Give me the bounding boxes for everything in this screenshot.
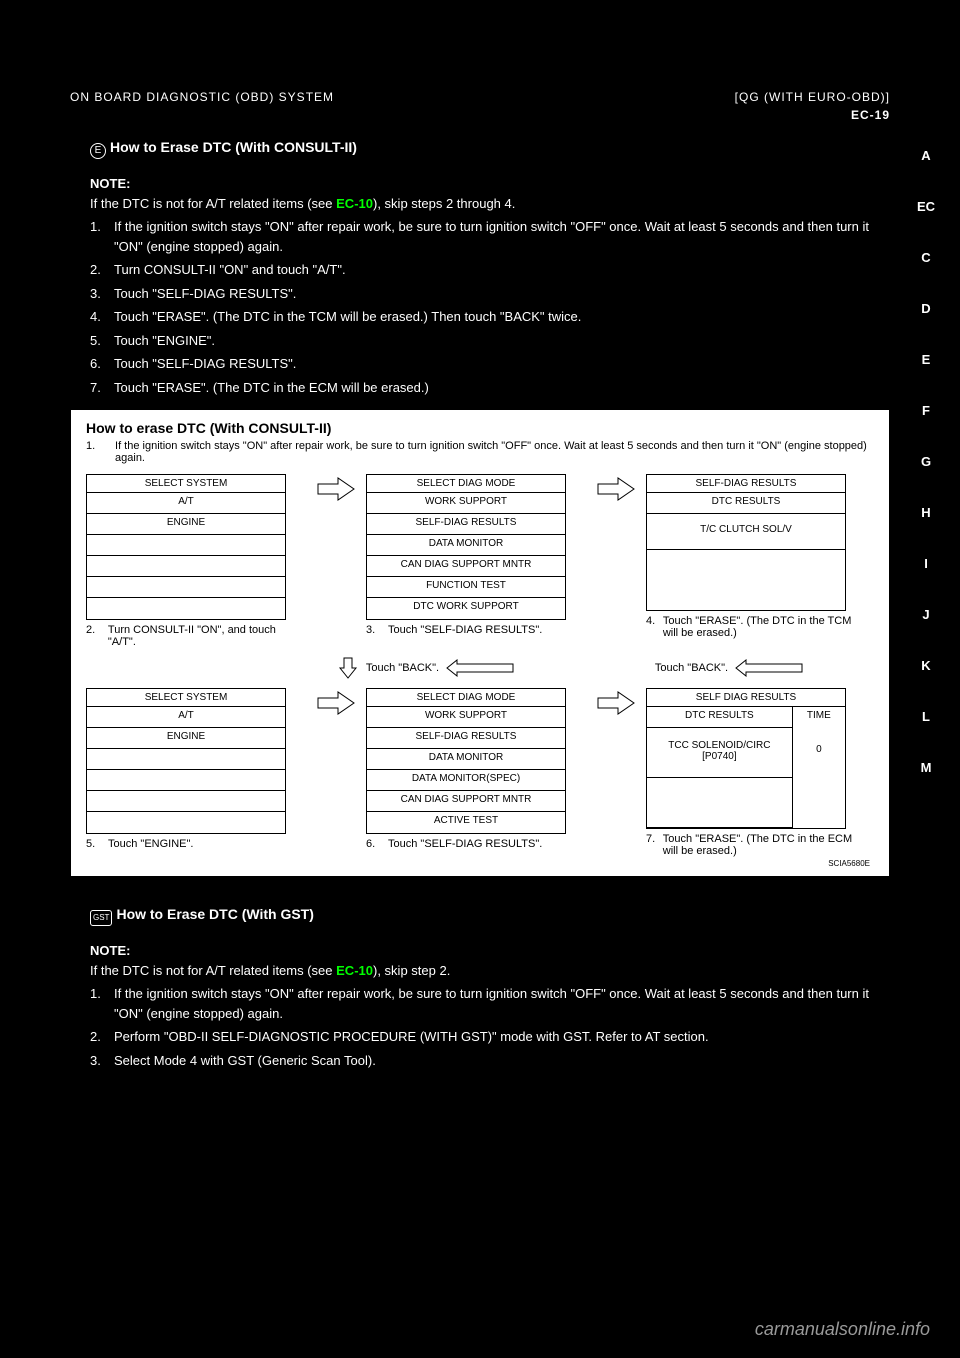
tab-j[interactable]: J (914, 607, 938, 622)
link-ec10[interactable]: EC-10 (336, 963, 373, 978)
link-ec10[interactable]: EC-10 (336, 196, 373, 211)
page-header: ON BOARD DIAGNOSTIC (OBD) SYSTEM [QG (WI… (0, 0, 960, 122)
arrow-left-icon (734, 659, 804, 677)
tab-ec[interactable]: EC (914, 199, 938, 214)
note-text: If the DTC is not for A/T related items … (90, 961, 870, 981)
arrow-right-icon (316, 474, 356, 504)
page-number: EC-19 (851, 108, 890, 122)
tab-a[interactable]: A (914, 148, 938, 163)
header-right: [QG (WITH EURO-OBD)] (735, 90, 890, 104)
list-item: 2.Perform "OBD-II SELF-DIAGNOSTIC PROCED… (90, 1027, 870, 1047)
screen-diag-mode-1: SELECT DIAG MODE WORK SUPPORT SELF-DIAG … (366, 474, 566, 620)
gst-icon: GST (90, 910, 112, 926)
arrow-left-icon (445, 659, 515, 677)
diagram-title: How to erase DTC (With CONSULT-II) (86, 420, 874, 436)
section-consult: E How to Erase DTC (With CONSULT-II) NOT… (0, 122, 960, 397)
note-label: NOTE: (90, 941, 870, 961)
side-tabs: A EC C D E F G H I J K L M (914, 148, 938, 775)
arrow-right-icon (316, 688, 356, 718)
tab-i[interactable]: I (914, 556, 938, 571)
screen-select-system-1: SELECT SYSTEM A/T ENGINE (86, 474, 286, 620)
arrow-right-icon (596, 688, 636, 718)
tab-k[interactable]: K (914, 658, 938, 673)
section-gst: GST How to Erase DTC (With GST) NOTE: If… (0, 889, 960, 1070)
diagram-code: SCIA5680E (86, 857, 874, 870)
list-item: 4.Touch "ERASE". (The DTC in the TCM wil… (90, 307, 870, 327)
note-text: If the DTC is not for A/T related items … (90, 194, 870, 214)
diagram-box: How to erase DTC (With CONSULT-II) 1.If … (70, 409, 890, 877)
arrow-right-icon (596, 474, 636, 504)
screen-results-1: SELF-DIAG RESULTS DTC RESULTS T/C CLUTCH… (646, 474, 846, 611)
tab-g[interactable]: G (914, 454, 938, 469)
tab-h[interactable]: H (914, 505, 938, 520)
list-item: 2.Turn CONSULT-II "ON" and touch "A/T". (90, 260, 870, 280)
tab-f[interactable]: F (914, 403, 938, 418)
list-item: 5.Touch "ENGINE". (90, 331, 870, 351)
tab-c[interactable]: C (914, 250, 938, 265)
list-item: 6.Touch "SELF-DIAG RESULTS". (90, 354, 870, 374)
tab-l[interactable]: L (914, 709, 938, 724)
section2-label: How to Erase DTC (With GST) (116, 904, 313, 925)
arrow-down-icon (336, 656, 360, 680)
screen-select-system-2: SELECT SYSTEM A/T ENGINE (86, 688, 286, 834)
list-item: 7.Touch "ERASE". (The DTC in the ECM wil… (90, 378, 870, 398)
screen-results-2: SELF DIAG RESULTS DTC RESULTS TIME TCC S… (646, 688, 846, 829)
tab-e[interactable]: E (914, 352, 938, 367)
list-item: 3.Touch "SELF-DIAG RESULTS". (90, 284, 870, 304)
list-item: 1.If the ignition switch stays "ON" afte… (90, 984, 870, 1023)
header-left: ON BOARD DIAGNOSTIC (OBD) SYSTEM (70, 90, 334, 104)
watermark: carmanualsonline.info (755, 1319, 930, 1340)
tab-m[interactable]: M (914, 760, 938, 775)
list-item: 3.Select Mode 4 with GST (Generic Scan T… (90, 1051, 870, 1071)
tab-d[interactable]: D (914, 301, 938, 316)
section1-label: How to Erase DTC (With CONSULT-II) (110, 137, 357, 158)
note-label: NOTE: (90, 174, 870, 194)
consult-icon: E (90, 143, 106, 159)
screen-diag-mode-2: SELECT DIAG MODE WORK SUPPORT SELF-DIAG … (366, 688, 566, 834)
list-item: 1.If the ignition switch stays "ON" afte… (90, 217, 870, 256)
